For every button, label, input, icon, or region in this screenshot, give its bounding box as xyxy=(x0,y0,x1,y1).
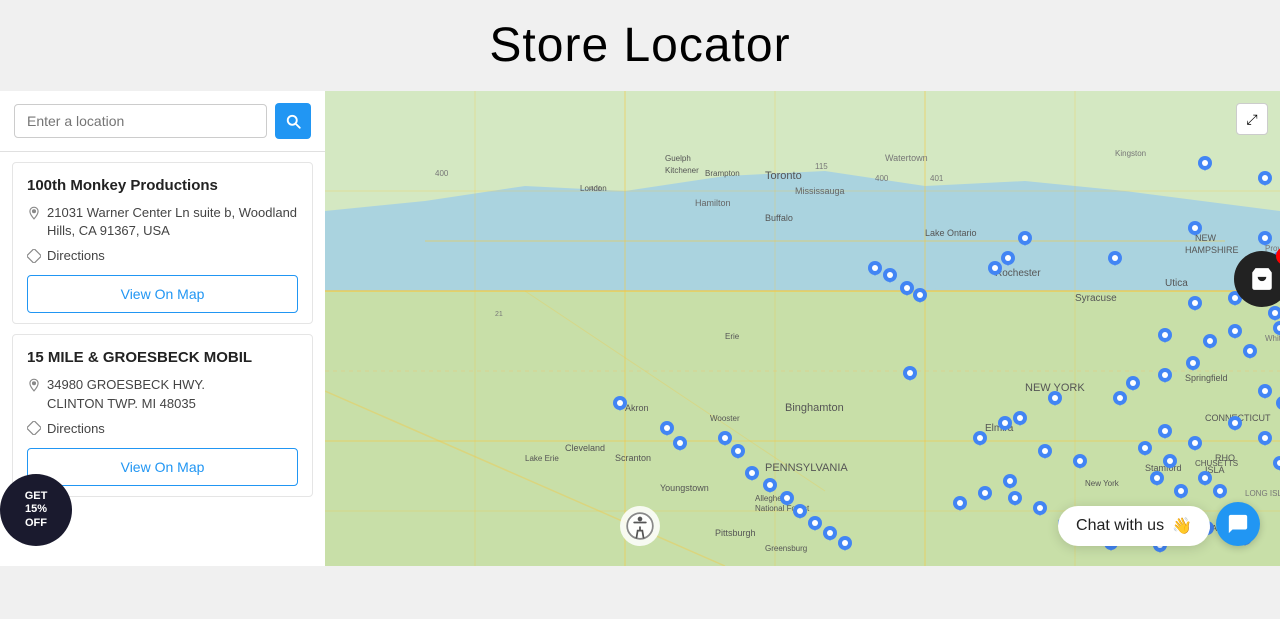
accessibility-icon xyxy=(626,512,654,540)
svg-text:400: 400 xyxy=(875,174,889,183)
accessibility-button[interactable] xyxy=(620,506,660,546)
svg-text:Guelph: Guelph xyxy=(665,154,691,163)
search-icon xyxy=(284,112,302,130)
svg-text:PENNSYLVANIA: PENNSYLVANIA xyxy=(765,462,848,474)
svg-text:Cleveland: Cleveland xyxy=(565,443,605,453)
search-input[interactable] xyxy=(14,104,267,138)
svg-text:Akron: Akron xyxy=(625,403,649,413)
svg-text:400: 400 xyxy=(435,169,449,178)
svg-text:CHUSETTS: CHUSETTS xyxy=(1195,459,1238,468)
view-on-map-button[interactable]: View On Map xyxy=(27,448,298,486)
discount-badge[interactable]: GET 15% OFF xyxy=(0,474,72,546)
directions-icon xyxy=(27,421,41,435)
chat-icon xyxy=(1227,513,1249,535)
svg-text:Buffalo: Buffalo xyxy=(765,213,793,223)
svg-text:NEW: NEW xyxy=(1195,233,1217,243)
svg-text:401: 401 xyxy=(930,174,944,183)
store-address: 21031 Warner Center Ln suite b, Woodland… xyxy=(27,204,298,240)
location-icon xyxy=(27,206,41,220)
svg-text:21: 21 xyxy=(495,311,503,318)
svg-text:Syracuse: Syracuse xyxy=(1075,293,1117,304)
cart-fab-container: 0 xyxy=(1234,251,1280,307)
search-button[interactable] xyxy=(275,103,311,139)
chat-widget[interactable]: Chat with us 👋 xyxy=(1058,506,1210,546)
chat-bubble-button[interactable] xyxy=(1216,502,1260,546)
store-address: 34980 GROESBECK HWY.CLINTON TWP. MI 4803… xyxy=(27,376,298,412)
map-container: Toronto Mississauga Hamilton Rochester S… xyxy=(325,91,1280,566)
svg-text:Wooster: Wooster xyxy=(710,414,740,423)
store-name: 100th Monkey Productions xyxy=(27,177,298,194)
chat-label: Chat with us xyxy=(1076,517,1164,535)
store-card: 15 MILE & GROESBECK MOBIL 34980 GROESBEC… xyxy=(12,334,313,496)
svg-text:Greensburg: Greensburg xyxy=(765,544,807,553)
svg-text:Hamilton: Hamilton xyxy=(695,198,731,208)
directions-icon xyxy=(27,249,41,263)
page-title: Store Locator xyxy=(0,0,1280,91)
store-card: 100th Monkey Productions 21031 Warner Ce… xyxy=(12,162,313,324)
svg-text:White: White xyxy=(1265,334,1280,343)
svg-text:115: 115 xyxy=(815,162,828,171)
svg-text:Youngstown: Youngstown xyxy=(660,483,709,493)
svg-text:Mississauga: Mississauga xyxy=(795,186,845,196)
svg-text:Kitchener: Kitchener xyxy=(665,166,699,175)
cart-icon xyxy=(1249,266,1275,292)
svg-text:Erie: Erie xyxy=(725,332,740,341)
map-background[interactable]: Toronto Mississauga Hamilton Rochester S… xyxy=(325,91,1280,566)
svg-text:Brampton: Brampton xyxy=(705,169,740,178)
svg-text:Lake Erie: Lake Erie xyxy=(525,454,559,463)
expand-icon: ⤢ xyxy=(1246,111,1257,128)
svg-text:Kingston: Kingston xyxy=(1115,149,1146,158)
search-bar xyxy=(0,91,325,152)
svg-text:401: 401 xyxy=(590,186,602,193)
view-on-map-button[interactable]: View On Map xyxy=(27,275,298,313)
svg-text:HAMPSHIRE: HAMPSHIRE xyxy=(1185,245,1239,255)
svg-text:LONG ISLA: LONG ISLA xyxy=(1245,489,1280,498)
svg-text:Toronto: Toronto xyxy=(765,170,802,182)
svg-text:Springfield: Springfield xyxy=(1185,373,1228,383)
svg-text:Utica: Utica xyxy=(1165,278,1188,289)
svg-text:Pittsburgh: Pittsburgh xyxy=(715,528,756,538)
svg-text:New York: New York xyxy=(1085,479,1120,488)
directions-link[interactable]: Directions xyxy=(27,248,298,263)
location-icon xyxy=(27,378,41,392)
svg-text:Watertown: Watertown xyxy=(885,153,928,163)
directions-link[interactable]: Directions xyxy=(27,421,298,436)
cart-fab[interactable]: 0 xyxy=(1234,251,1280,307)
expand-map-button[interactable]: ⤢ xyxy=(1236,103,1268,135)
svg-text:Rochester: Rochester xyxy=(995,268,1041,279)
store-name: 15 MILE & GROESBECK MOBIL xyxy=(27,349,298,366)
chat-emoji: 👋 xyxy=(1172,516,1192,536)
svg-text:Binghamton: Binghamton xyxy=(785,402,844,414)
svg-text:Scranton: Scranton xyxy=(615,453,651,463)
map-svg: Toronto Mississauga Hamilton Rochester S… xyxy=(325,91,1280,566)
svg-text:Lake Ontario: Lake Ontario xyxy=(925,228,977,238)
